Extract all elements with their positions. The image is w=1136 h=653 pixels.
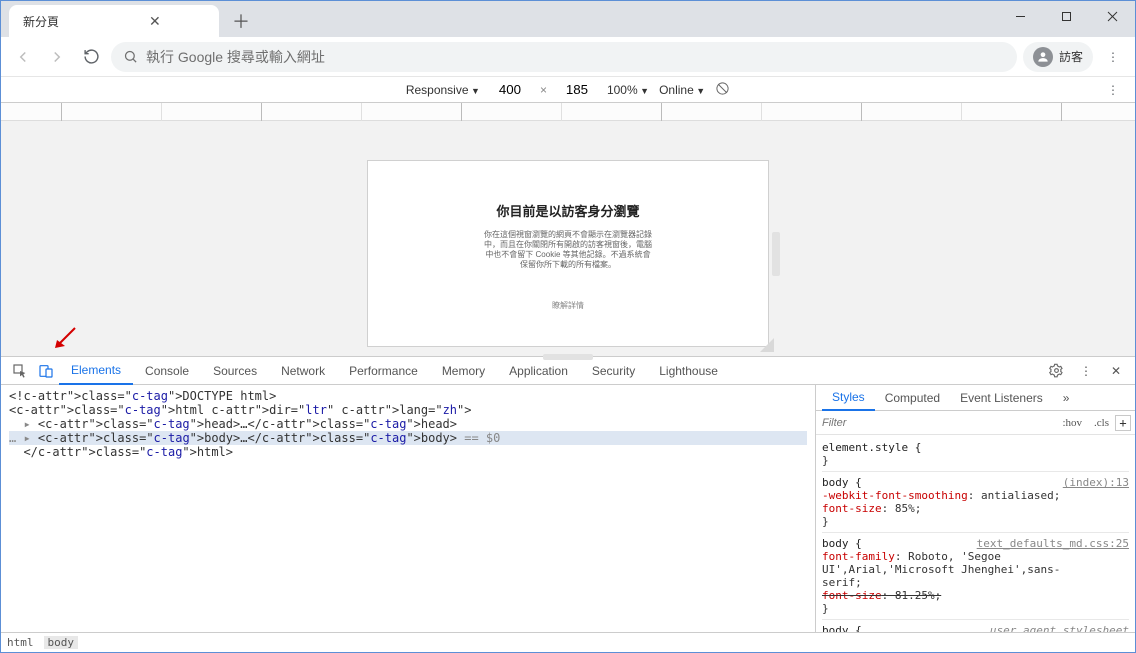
resize-handle-bottom[interactable] [543,354,593,360]
devtools-tab-elements[interactable]: Elements [59,357,133,385]
rotate-icon[interactable] [715,81,730,99]
window-close-button[interactable] [1089,1,1135,31]
nav-back-button[interactable] [9,43,37,71]
omnibox[interactable]: 執行 Google 搜尋或輸入網址 [111,42,1017,72]
device-height-input[interactable] [557,82,597,97]
resize-handle-right[interactable] [772,232,780,276]
avatar-icon [1033,47,1053,67]
styles-tab-event-listeners[interactable]: Event Listeners [950,385,1053,411]
devtools-tabbar: ElementsConsoleSourcesNetworkPerformance… [1,357,1135,385]
toggle-device-toolbar-button[interactable] [33,357,59,385]
tab-strip: 新分頁 ✕ ＋ [1,1,1135,37]
emulated-page-frame[interactable]: 你目前是以訪客身分瀏覽 你在這個視窗瀏覽的網頁不會顯示在瀏覽器記錄中，而且在你關… [368,161,768,346]
devtools-tab-console[interactable]: Console [133,357,201,385]
devtools-tab-lighthouse[interactable]: Lighthouse [647,357,730,385]
throttling-dropdown[interactable]: Online [659,83,705,97]
devtools-tab-memory[interactable]: Memory [430,357,497,385]
profile-chip[interactable]: 訪客 [1023,42,1093,72]
guest-heading: 你目前是以訪客身分瀏覽 [496,201,639,220]
tab-close-icon[interactable]: ✕ [149,13,161,30]
devtools-tab-sources[interactable]: Sources [201,357,269,385]
new-tab-button[interactable]: ＋ [227,7,255,35]
search-icon [123,49,138,64]
devtools-tab-network[interactable]: Network [269,357,337,385]
browser-tab[interactable]: 新分頁 ✕ [9,5,219,37]
dom-breadcrumb[interactable]: html body [1,632,1135,652]
devtools-tab-security[interactable]: Security [580,357,647,385]
omnibox-placeholder: 執行 Google 搜尋或輸入網址 [146,47,325,67]
styles-tab-computed[interactable]: Computed [875,385,950,411]
emulated-viewport: 你目前是以訪客身分瀏覽 你在這個視窗瀏覽的網頁不會顯示在瀏覽器記錄中，而且在你關… [1,103,1135,356]
styles-filter-input[interactable] [816,417,1056,429]
guest-learn-more-link[interactable]: 瞭解詳情 [552,300,584,311]
resize-handle-corner[interactable] [760,338,774,352]
styles-pane: StylesComputedEvent Listeners» :hov .cls… [815,385,1135,632]
styles-rules[interactable]: element.style {}(index):13body { -webkit… [816,435,1135,632]
browser-toolbar: 執行 Google 搜尋或輸入網址 訪客 ⋮ [1,37,1135,77]
dimension-separator: × [540,83,547,97]
zoom-dropdown[interactable]: 100% [607,83,649,97]
device-toolbar-menu[interactable]: ⋮ [1099,77,1127,103]
window-minimize-button[interactable] [997,1,1043,31]
devtools-tab-performance[interactable]: Performance [337,357,430,385]
devtools-close-button[interactable]: ✕ [1103,357,1129,385]
browser-menu-button[interactable]: ⋮ [1099,43,1127,71]
ruler-horizontal [1,103,1135,121]
nav-reload-button[interactable] [77,43,105,71]
inspect-element-button[interactable] [7,357,33,385]
devtools-tab-application[interactable]: Application [497,357,580,385]
window-maximize-button[interactable] [1043,1,1089,31]
styles-tab-styles[interactable]: Styles [822,385,875,411]
dom-tree[interactable]: <!c-attr">class="c-tag">DOCTYPE html><c-… [1,385,815,632]
tab-title: 新分頁 [23,13,59,30]
annotation-arrow [53,326,77,350]
devtools-menu-button[interactable]: ⋮ [1073,357,1099,385]
nav-forward-button[interactable] [43,43,71,71]
breadcrumb-html[interactable]: html [7,636,34,649]
device-mode-dropdown[interactable]: Responsive [406,83,480,97]
new-style-rule-button[interactable]: + [1115,415,1131,431]
profile-label: 訪客 [1059,48,1083,65]
guest-description: 你在這個視窗瀏覽的網頁不會顯示在瀏覽器記錄中，而且在你關閉所有開啟的訪客視窗後，… [483,230,653,270]
styles-tabs-overflow[interactable]: » [1053,385,1080,411]
devtools-settings-button[interactable] [1043,357,1069,385]
hov-toggle[interactable]: :hov [1056,417,1088,429]
device-toolbar: Responsive × 100% Online ⋮ [1,77,1135,103]
cls-toggle[interactable]: .cls [1088,417,1115,429]
device-width-input[interactable] [490,82,530,97]
breadcrumb-body[interactable]: body [44,636,79,649]
devtools-panel: ElementsConsoleSourcesNetworkPerformance… [1,356,1135,652]
